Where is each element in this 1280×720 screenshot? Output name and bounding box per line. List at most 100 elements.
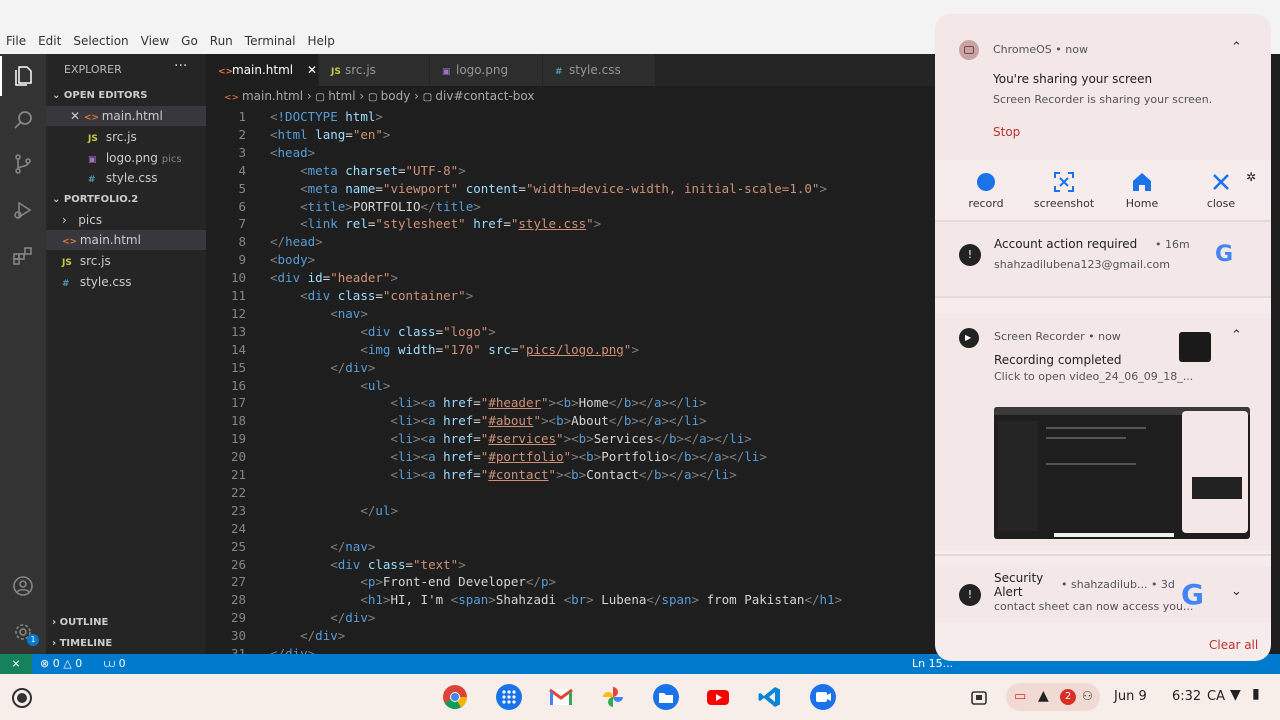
code-line[interactable]: 17 <li><a href="#header"><b>Home</b></a>… (206, 394, 707, 412)
code-line[interactable]: 11 <div class="container"> (206, 287, 473, 305)
settings-gear-icon[interactable]: ✲ (1246, 170, 1256, 184)
menu-run[interactable]: Run (204, 31, 239, 51)
code-line[interactable]: 8 </head> (206, 233, 322, 251)
code-line[interactable]: 7 <link rel="stylesheet" href="style.css… (206, 215, 601, 233)
menu-edit[interactable]: Edit (32, 31, 67, 51)
time-display[interactable]: 6:32 (1172, 689, 1201, 704)
code-line[interactable]: 24 (206, 520, 246, 538)
remote-icon[interactable]: ⨯ (0, 654, 32, 674)
menu-terminal[interactable]: Terminal (239, 31, 302, 51)
screenshot-button[interactable]: screenshot (1029, 170, 1099, 210)
tab-logo-png[interactable]: ▣ logo.png (430, 54, 542, 86)
launcher-icon[interactable] (12, 688, 32, 708)
ports-indicator[interactable]: ⩊ 0 (104, 654, 126, 674)
code-line[interactable]: 12 <nav> (206, 305, 368, 323)
menu-selection[interactable]: Selection (67, 31, 134, 51)
tab-src-js[interactable]: JS src.js (319, 54, 429, 86)
notification-count-badge: 2 (1060, 689, 1076, 705)
file-item[interactable]: JS src.js (46, 251, 206, 271)
extensions-icon[interactable] (0, 236, 46, 276)
open-editor-item[interactable]: JS src.js (46, 127, 206, 147)
account-notification[interactable]: ! Account action required • 16m shahzadi… (935, 222, 1271, 296)
collapse-icon[interactable]: ⌃ (1231, 40, 1242, 55)
files-icon[interactable] (651, 682, 681, 712)
youtube-icon[interactable] (703, 682, 733, 712)
code-line[interactable]: 1 <!DOCTYPE html> (206, 108, 382, 126)
date-display[interactable]: Jun 9 (1114, 689, 1147, 704)
run-debug-icon[interactable] (0, 190, 46, 230)
screen-share-notification[interactable]: ChromeOS • now ⌃ You're sharing your scr… (935, 14, 1271, 160)
code-line[interactable]: 3 <head> (206, 144, 315, 162)
file-item[interactable]: # style.css (46, 272, 206, 292)
code-line[interactable]: 26 <div class="text"> (206, 556, 466, 574)
recording-preview-image[interactable] (994, 407, 1250, 539)
code-line[interactable]: 14 <img width="170" src="pics/logo.png"> (206, 341, 639, 359)
code-line[interactable]: 19 <li><a href="#services"><b>Services</… (206, 430, 752, 448)
close-icon[interactable]: ✕ (70, 109, 84, 123)
code-line[interactable]: 28 <h1>HI, I'm <span>Shahzadi <br> Luben… (206, 591, 842, 609)
menu-view[interactable]: View (135, 31, 175, 51)
tab-main-html[interactable]: <>main.html ✕ (206, 54, 318, 86)
code-line[interactable]: 9 <body> (206, 251, 315, 269)
code-line[interactable]: 16 <ul> (206, 377, 391, 395)
vscode-icon[interactable] (755, 682, 785, 712)
code-line[interactable]: 30 </div> (206, 627, 345, 645)
security-notification[interactable]: ! Security Alert • shahzadilub... • 3d c… (935, 566, 1271, 622)
close-icon[interactable]: ✕ (307, 63, 317, 77)
stop-button[interactable]: Stop (993, 125, 1020, 139)
collapse-icon[interactable]: ⌃ (1231, 328, 1242, 343)
recording-notification[interactable]: ▶ Screen Recorder • now ⌃ Recording comp… (935, 314, 1271, 550)
code-line[interactable]: 27 <p>Front-end Developer</p> (206, 573, 556, 591)
code-editor[interactable]: 1 <!DOCTYPE html> 2 <html lang="en"> 3 <head>… (206, 106, 936, 661)
code-line[interactable]: 29 </div> (206, 609, 375, 627)
breadcrumb-item[interactable]: body (381, 89, 411, 103)
outline-header[interactable]: › OUTLINE (46, 613, 206, 633)
code-line[interactable]: 23 </ul> (206, 502, 398, 520)
code-line[interactable]: 20 <li><a href="#portfolio"><b>Portfolio… (206, 448, 767, 466)
menu-help[interactable]: Help (302, 31, 341, 51)
record-button[interactable]: record (951, 170, 1021, 210)
open-editor-item[interactable]: ▣ logo.png pics (46, 148, 206, 168)
code-line[interactable]: 2 <html lang="en"> (206, 126, 390, 144)
home-button[interactable]: Home (1107, 170, 1177, 210)
code-line[interactable]: 25 </nav> (206, 538, 375, 556)
account-icon[interactable] (0, 566, 46, 606)
source-control-icon[interactable] (0, 144, 46, 184)
manage-gear-icon[interactable]: 1 (0, 612, 46, 652)
code-line[interactable]: 21 <li><a href="#contact"><b>Contact</b>… (206, 466, 737, 484)
chrome-icon[interactable] (440, 682, 470, 712)
open-editors-header[interactable]: ⌄ OPEN EDITORS (46, 86, 206, 106)
search-icon[interactable] (0, 100, 46, 140)
folder-item-pics[interactable]: › pics (46, 210, 206, 230)
code-line[interactable]: 4 <meta charset="UTF-8"> (206, 162, 465, 180)
open-editor-item[interactable]: ✕ <> main.html (46, 106, 206, 126)
file-item[interactable]: <> main.html (46, 230, 206, 250)
breadcrumb-item[interactable]: div#contact-box (435, 89, 534, 103)
expand-icon[interactable]: ⌄ (1231, 584, 1242, 599)
open-editor-item[interactable]: # style.css (46, 168, 206, 188)
recording-status-pill[interactable]: ▭ ▲ 2 ⚇ (1006, 683, 1100, 711)
breadcrumb-item[interactable]: html (328, 89, 355, 103)
explorer-icon[interactable] (0, 56, 46, 96)
app-grid-icon[interactable] (494, 682, 524, 712)
problems-indicator[interactable]: ⊗ 0 △ 0 (40, 654, 82, 674)
screen-recorder-icon[interactable] (808, 682, 838, 712)
timeline-header[interactable]: › TIMELINE (46, 634, 206, 654)
tab-style-css[interactable]: # style.css (543, 54, 655, 86)
tote-icon[interactable] (970, 689, 988, 710)
code-line[interactable]: 5 <meta name="viewport" content="width=d… (206, 180, 827, 198)
code-line[interactable]: 22 (206, 484, 246, 502)
gmail-icon[interactable] (546, 682, 576, 712)
menu-go[interactable]: Go (175, 31, 204, 51)
code-line[interactable]: 18 <li><a href="#about"><b>About</b></a>… (206, 412, 707, 430)
clear-all-button[interactable]: Clear all (1209, 638, 1258, 652)
breadcrumb-item[interactable]: main.html (242, 89, 303, 103)
more-actions-icon[interactable]: ··· (174, 58, 187, 74)
folder-header[interactable]: ⌄ PORTFOLIO.2 (46, 190, 206, 210)
code-line[interactable]: 13 <div class="logo"> (206, 323, 496, 341)
code-line[interactable]: 15 </div> (206, 359, 375, 377)
menu-file[interactable]: File (0, 31, 32, 51)
photos-icon[interactable] (598, 682, 628, 712)
code-line[interactable]: 6 <title>PORTFOLIO</title> (206, 198, 480, 216)
code-line[interactable]: 10 <div id="header"> (206, 269, 398, 287)
